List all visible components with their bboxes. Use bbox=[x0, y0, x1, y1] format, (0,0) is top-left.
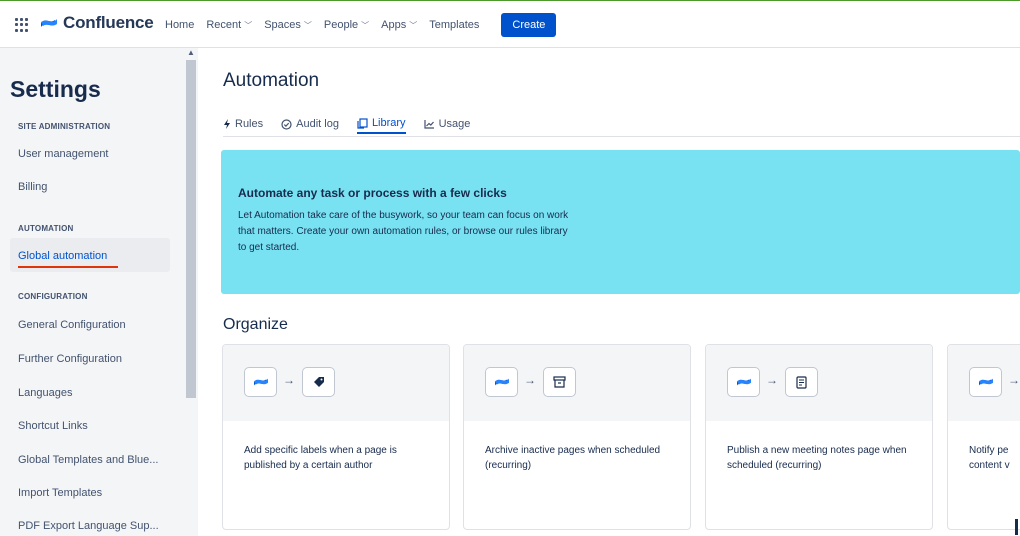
arrow-right-icon: → bbox=[524, 373, 536, 387]
sidebar-item-global-templates[interactable]: Global Templates and Blue... bbox=[18, 454, 158, 466]
automation-banner: Automate any task or process with a few … bbox=[221, 150, 1020, 294]
scroll-up-icon[interactable]: ▲ bbox=[187, 48, 195, 57]
nav-people[interactable]: People ﹀ bbox=[324, 19, 369, 31]
section-site-administration: SITE ADMINISTRATION bbox=[18, 122, 111, 131]
nav-spaces[interactable]: Spaces ﹀ bbox=[264, 19, 312, 31]
rule-card-meeting-notes[interactable]: → Publish a new meeting notes page when … bbox=[705, 344, 933, 530]
rule-card-archive-pages[interactable]: → Archive inactive pages when scheduled … bbox=[463, 344, 691, 530]
sidebar-item-shortcut-links[interactable]: Shortcut Links bbox=[18, 420, 88, 432]
cursor-mark bbox=[1015, 519, 1018, 535]
nav-recent[interactable]: Recent ﹀ bbox=[206, 19, 252, 31]
nav-templates-label: Templates bbox=[429, 19, 480, 31]
annotation-underline bbox=[18, 266, 118, 268]
sidebar-item-further-configuration[interactable]: Further Configuration bbox=[18, 353, 122, 365]
sidebar-item-billing[interactable]: Billing bbox=[18, 181, 47, 193]
confluence-icon bbox=[727, 367, 760, 397]
settings-sidebar: Settings SITE ADMINISTRATION User manage… bbox=[0, 48, 198, 536]
tab-rules-label: Rules bbox=[235, 118, 264, 130]
sidebar-title: Settings bbox=[10, 76, 101, 102]
card-description: Add specific labels when a page is publi… bbox=[244, 445, 397, 471]
archive-icon bbox=[543, 367, 576, 397]
sidebar-scrollbar[interactable]: ▲ bbox=[184, 48, 198, 536]
rule-card-add-labels[interactable]: → Add specific labels when a page is pub… bbox=[222, 344, 450, 530]
app-switcher-icon[interactable] bbox=[15, 18, 29, 32]
automation-tabs: Rules Audit log Library Usage bbox=[223, 114, 470, 136]
line-chart-icon bbox=[423, 120, 434, 129]
tab-library[interactable]: Library bbox=[356, 114, 406, 134]
copy-icon bbox=[357, 117, 368, 129]
check-circle-icon bbox=[281, 118, 292, 130]
card-description: Archive inactive pages when scheduled (r… bbox=[485, 445, 661, 471]
chevron-down-icon: ﹀ bbox=[303, 20, 312, 30]
confluence-icon bbox=[969, 367, 1002, 397]
section-configuration: CONFIGURATION bbox=[18, 292, 88, 301]
main-content: Automation Rules Audit log Library Usage… bbox=[198, 48, 1020, 536]
nav-home-label: Home bbox=[165, 19, 195, 31]
nav-spaces-label: Spaces bbox=[264, 19, 301, 31]
rule-card-notify[interactable]: → Notify pe content v bbox=[947, 344, 1020, 530]
create-button[interactable]: Create bbox=[501, 13, 557, 37]
chevron-down-icon: ﹀ bbox=[244, 20, 253, 30]
tab-rules[interactable]: Rules bbox=[223, 114, 263, 134]
sidebar-item-import-templates[interactable]: Import Templates bbox=[18, 487, 102, 499]
page-title: Automation bbox=[223, 70, 320, 91]
confluence-icon bbox=[485, 367, 518, 397]
tab-usage-label: Usage bbox=[438, 118, 471, 130]
card-description: Notify pe content v bbox=[969, 445, 1010, 471]
tab-audit-log-label: Audit log bbox=[296, 118, 339, 130]
chevron-down-icon: ﹀ bbox=[361, 20, 370, 30]
scrollbar-thumb[interactable] bbox=[186, 60, 196, 398]
arrow-right-icon: → bbox=[766, 373, 778, 387]
document-icon bbox=[785, 367, 818, 397]
confluence-logo-icon bbox=[41, 19, 57, 27]
tag-icon bbox=[302, 367, 335, 397]
logo-text: Confluence bbox=[63, 13, 154, 32]
sidebar-item-global-automation[interactable]: Global automation bbox=[18, 250, 107, 262]
tab-usage[interactable]: Usage bbox=[423, 114, 471, 134]
nav-recent-label: Recent bbox=[206, 19, 242, 31]
section-title-organize: Organize bbox=[223, 316, 288, 333]
banner-text: Let Automation take care of the busywork… bbox=[238, 210, 569, 253]
section-automation: AUTOMATION bbox=[18, 224, 74, 233]
sidebar-item-pdf-export-language[interactable]: PDF Export Language Sup... bbox=[18, 520, 159, 532]
sidebar-item-languages[interactable]: Languages bbox=[18, 387, 72, 399]
confluence-logo[interactable]: Confluence bbox=[40, 13, 154, 33]
tab-audit-log[interactable]: Audit log bbox=[281, 114, 339, 134]
tab-library-label: Library bbox=[371, 117, 406, 129]
arrow-right-icon: → bbox=[1008, 373, 1020, 387]
sidebar-item-general-configuration[interactable]: General Configuration bbox=[18, 319, 126, 331]
tabs-divider bbox=[223, 136, 1020, 137]
nav-apps[interactable]: Apps ﹀ bbox=[381, 19, 417, 31]
nav-templates[interactable]: Templates bbox=[429, 19, 479, 31]
nav-home[interactable]: Home bbox=[165, 19, 194, 31]
nav-apps-label: Apps bbox=[381, 19, 407, 31]
arrow-right-icon: → bbox=[283, 373, 295, 387]
confluence-icon bbox=[244, 367, 277, 397]
sidebar-item-user-management[interactable]: User management bbox=[18, 148, 109, 160]
nav-people-label: People bbox=[323, 19, 359, 31]
card-description: Publish a new meeting notes page when sc… bbox=[727, 445, 907, 471]
chevron-down-icon: ﹀ bbox=[409, 20, 418, 30]
banner-title: Automate any task or process with a few … bbox=[238, 186, 507, 200]
main-nav: Home Recent ﹀ Spaces ﹀ People ﹀ Apps ﹀ Templ… bbox=[165, 1, 557, 49]
lightning-icon bbox=[224, 119, 230, 129]
top-navigation: Confluence Home Recent ﹀ Spaces ﹀ People ﹀ … bbox=[0, 0, 1020, 48]
